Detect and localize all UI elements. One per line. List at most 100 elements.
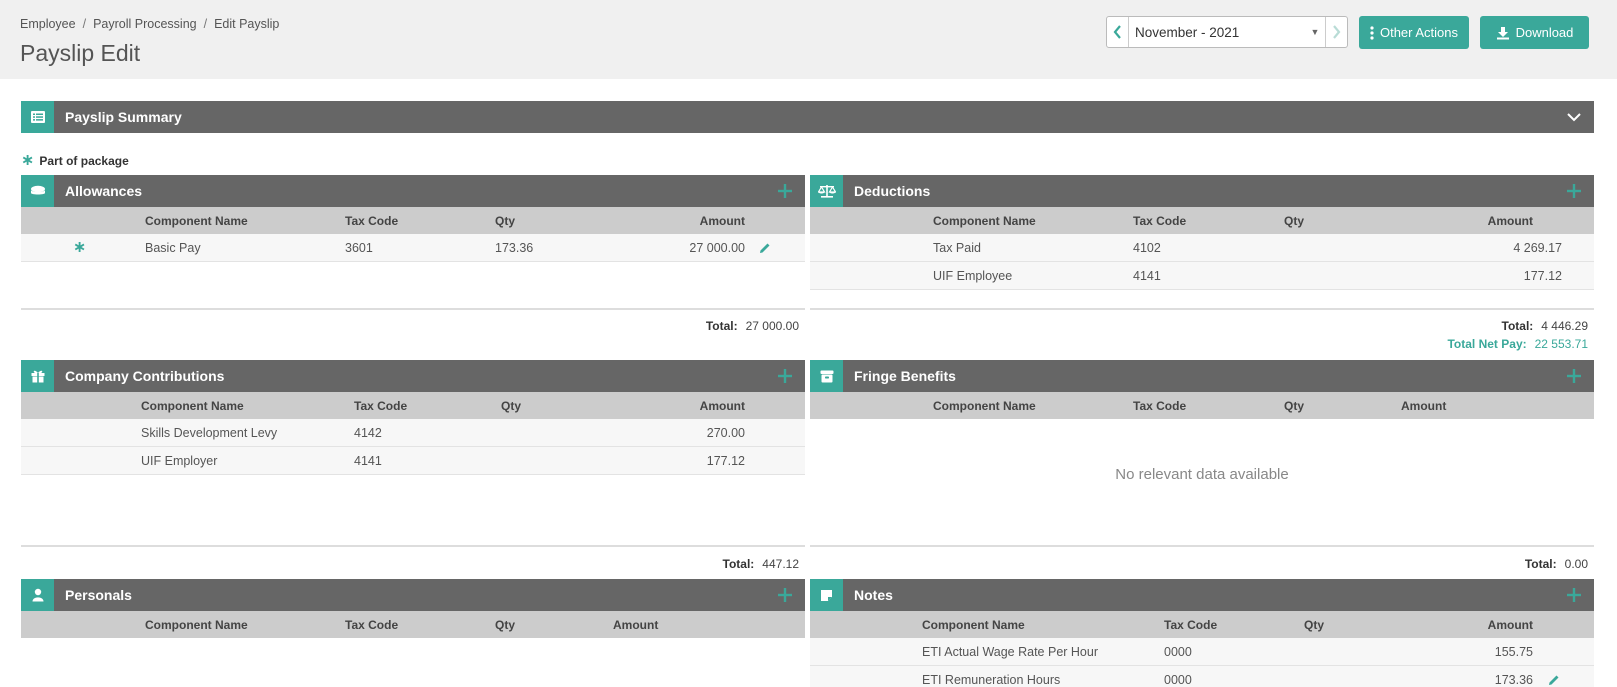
allowances-header: Allowances	[21, 175, 805, 207]
net-pay-label: Total Net Pay:	[1447, 337, 1527, 351]
column-component-name[interactable]: Component Name	[145, 618, 248, 632]
fringe-benefits-header: Fringe Benefits	[810, 360, 1594, 392]
payslip-summary-title: Payslip Summary	[65, 109, 182, 125]
payslip-summary-header[interactable]: Payslip Summary	[21, 101, 1594, 133]
table-row[interactable]: ETI Remuneration Hours 0000 173.36	[810, 666, 1594, 687]
column-amount[interactable]: Amount	[1488, 618, 1533, 632]
column-tax-code[interactable]: Tax Code	[1133, 399, 1186, 413]
table-row[interactable]: UIF Employer 4141 177.12	[21, 447, 805, 475]
notes-title: Notes	[854, 587, 893, 603]
add-fringe-benefit-button[interactable]	[1554, 369, 1594, 383]
scale-icon	[810, 175, 843, 207]
add-note-button[interactable]	[1554, 588, 1594, 602]
breadcrumb-employee[interactable]: Employee	[20, 17, 76, 31]
personals-title: Personals	[65, 587, 132, 603]
column-qty[interactable]: Qty	[1284, 214, 1304, 228]
add-personal-button[interactable]	[765, 588, 805, 602]
amount: 177.12	[1523, 268, 1562, 283]
part-of-package-legend: ∗ Part of package	[21, 152, 129, 169]
column-tax-code[interactable]: Tax Code	[1164, 618, 1217, 632]
amount: 27 000.00	[689, 240, 745, 255]
tax-code: 0000	[1164, 672, 1192, 687]
add-contribution-button[interactable]	[765, 369, 805, 383]
deductions-panel: Deductions Component Name Tax Code Qty A…	[810, 175, 1594, 290]
amount: 173.36	[1494, 672, 1533, 687]
column-component-name[interactable]: Component Name	[933, 214, 1036, 228]
component-name: Basic Pay	[145, 240, 201, 255]
allowances-total: Total: 27 000.00	[21, 319, 799, 333]
column-amount[interactable]: Amount	[613, 618, 658, 632]
plus-icon	[1567, 369, 1581, 383]
next-period-button[interactable]	[1325, 17, 1347, 47]
table-row[interactable]: Tax Paid 4102 4 269.17	[810, 234, 1594, 262]
add-allowance-button[interactable]	[765, 184, 805, 198]
tax-code: 4102	[1133, 240, 1161, 255]
column-amount[interactable]: Amount	[700, 399, 745, 413]
chevron-down-icon[interactable]	[1554, 112, 1594, 122]
component-name: Tax Paid	[933, 240, 981, 255]
column-amount[interactable]: Amount	[700, 214, 745, 228]
table-row[interactable]: ETI Actual Wage Rate Per Hour 0000 155.7…	[810, 638, 1594, 666]
column-tax-code[interactable]: Tax Code	[345, 214, 398, 228]
column-component-name[interactable]: Component Name	[141, 399, 244, 413]
breadcrumb-edit-payslip: Edit Payslip	[214, 17, 280, 31]
plus-icon	[778, 184, 792, 198]
column-tax-code[interactable]: Tax Code	[354, 399, 407, 413]
breadcrumb-payroll-processing[interactable]: Payroll Processing	[93, 17, 197, 31]
table-row[interactable]: Skills Development Levy 4142 270.00	[21, 419, 805, 447]
component-name: UIF Employee	[933, 268, 1013, 283]
previous-period-button[interactable]	[1107, 17, 1129, 47]
allowances-panel: Allowances Component Name Tax Code Qty A…	[21, 175, 805, 262]
chevron-right-icon	[1333, 25, 1341, 39]
column-tax-code[interactable]: Tax Code	[345, 618, 398, 632]
column-qty[interactable]: Qty	[501, 399, 521, 413]
deductions-table-header: Component Name Tax Code Qty Amount	[810, 207, 1594, 234]
allowances-divider	[21, 308, 805, 310]
allowances-table-header: Component Name Tax Code Qty Amount	[21, 207, 805, 234]
allowances-title: Allowances	[65, 183, 143, 199]
breadcrumb: Employee / Payroll Processing / Edit Pay…	[20, 17, 279, 31]
caret-down-icon[interactable]: ▼	[1305, 27, 1325, 37]
column-component-name[interactable]: Component Name	[933, 399, 1036, 413]
vertical-dots-icon	[1370, 25, 1374, 40]
download-button[interactable]: Download	[1480, 16, 1589, 49]
deductions-divider	[810, 308, 1594, 310]
total-net-pay: Total Net Pay: 22 553.71	[810, 337, 1588, 351]
net-pay-value: 22 553.71	[1534, 337, 1588, 351]
download-icon	[1496, 26, 1509, 39]
asterisk-icon: ∗	[21, 152, 35, 169]
table-row[interactable]: UIF Employee 4141 177.12	[810, 262, 1594, 290]
column-component-name[interactable]: Component Name	[922, 618, 1025, 632]
tax-code: 4142	[354, 425, 382, 440]
column-qty[interactable]: Qty	[1284, 399, 1304, 413]
qty: 173.36	[495, 240, 534, 255]
legend-label: Part of package	[39, 154, 129, 168]
fringe-divider	[810, 545, 1594, 547]
column-qty[interactable]: Qty	[495, 214, 515, 228]
pencil-icon[interactable]	[1548, 674, 1560, 686]
tax-code: 3601	[345, 240, 373, 255]
amount: 177.12	[706, 453, 745, 468]
personals-panel: Personals Component Name Tax Code Qty Am…	[21, 579, 805, 638]
company-contributions-title: Company Contributions	[65, 368, 225, 384]
column-tax-code[interactable]: Tax Code	[1133, 214, 1186, 228]
download-label: Download	[1515, 25, 1574, 40]
total-label: Total:	[705, 319, 738, 333]
table-row[interactable]: ∗ Basic Pay 3601 173.36 27 000.00	[21, 234, 805, 262]
column-qty[interactable]: Qty	[495, 618, 515, 632]
column-component-name[interactable]: Component Name	[145, 214, 248, 228]
pencil-icon[interactable]	[759, 242, 771, 254]
period-select[interactable]: November - 2021	[1129, 25, 1305, 40]
other-actions-label: Other Actions	[1379, 25, 1459, 40]
fringe-empty-message: No relevant data available	[1115, 466, 1289, 483]
component-name: ETI Remuneration Hours	[922, 672, 1061, 687]
column-qty[interactable]: Qty	[1304, 618, 1324, 632]
period-picker[interactable]: November - 2021 ▼	[1106, 16, 1348, 48]
breadcrumb-separator: /	[203, 17, 208, 31]
column-amount[interactable]: Amount	[1488, 214, 1533, 228]
add-deduction-button[interactable]	[1554, 184, 1594, 198]
column-amount[interactable]: Amount	[1401, 399, 1446, 413]
deductions-title: Deductions	[854, 183, 931, 199]
list-icon	[21, 101, 54, 133]
other-actions-button[interactable]: Other Actions	[1359, 16, 1469, 49]
